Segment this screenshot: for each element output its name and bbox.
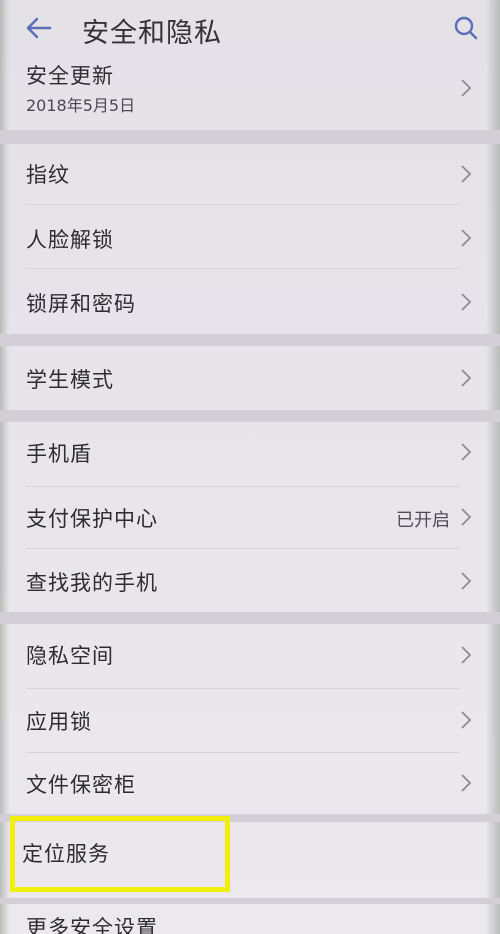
more-security-label: 更多安全设置 bbox=[26, 916, 158, 934]
security-update-label: 安全更新 bbox=[26, 64, 114, 88]
list-item-app-lock[interactable]: 应用锁 bbox=[0, 690, 486, 750]
page-title: 安全和隐私 bbox=[82, 18, 222, 49]
section-gap bbox=[0, 130, 500, 144]
divider bbox=[26, 486, 460, 487]
payment-protection-label: 支付保护中心 bbox=[26, 507, 158, 531]
highlight-box bbox=[10, 816, 230, 892]
fingerprint-label: 指纹 bbox=[26, 163, 70, 187]
app-lock-label: 应用锁 bbox=[26, 710, 92, 734]
security-update-date: 2018年5月5日 bbox=[26, 96, 136, 115]
list-item-student-mode[interactable]: 学生模式 bbox=[0, 346, 486, 410]
search-icon bbox=[454, 16, 478, 40]
chevron-right-icon bbox=[461, 229, 472, 247]
lock-screen-label: 锁屏和密码 bbox=[26, 292, 136, 316]
payment-protection-status: 已开启 bbox=[396, 510, 450, 531]
find-my-phone-label: 查找我的手机 bbox=[26, 571, 158, 595]
chevron-right-icon bbox=[461, 572, 472, 590]
list-item-fingerprint[interactable]: 指纹 bbox=[0, 144, 486, 202]
divider bbox=[26, 688, 460, 689]
chevron-right-icon bbox=[461, 293, 472, 311]
face-unlock-label: 人脸解锁 bbox=[26, 228, 114, 252]
list-item-face-unlock[interactable]: 人脸解锁 bbox=[0, 206, 486, 268]
chevron-right-icon bbox=[461, 646, 472, 664]
private-space-label: 隐私空间 bbox=[26, 644, 114, 668]
list-item-find-my-phone[interactable]: 查找我的手机 bbox=[0, 550, 486, 612]
search-button[interactable] bbox=[448, 10, 484, 46]
divider bbox=[26, 752, 460, 753]
back-button[interactable] bbox=[18, 10, 58, 46]
chevron-right-icon bbox=[461, 443, 472, 461]
list-item-private-space[interactable]: 隐私空间 bbox=[0, 624, 486, 686]
list-item-more-security[interactable]: 更多安全设置 bbox=[0, 904, 486, 934]
divider bbox=[26, 548, 460, 549]
phone-shield-label: 手机盾 bbox=[26, 442, 92, 466]
screen: 安全和隐私 安全更新 2018年5月5日 指纹 人脸解锁 锁屏和密码 学生模式 bbox=[0, 0, 500, 934]
list-item-security-update[interactable]: 安全更新 2018年5月5日 bbox=[0, 56, 486, 130]
chevron-right-icon bbox=[461, 774, 472, 792]
chevron-right-icon bbox=[461, 369, 472, 387]
chevron-right-icon bbox=[461, 508, 472, 526]
app-header: 安全和隐私 bbox=[0, 0, 500, 56]
section-gap bbox=[0, 410, 500, 422]
list-item-lock-screen[interactable]: 锁屏和密码 bbox=[0, 270, 486, 332]
student-mode-label: 学生模式 bbox=[26, 368, 114, 392]
list-item-file-safe[interactable]: 文件保密柜 bbox=[0, 754, 486, 814]
chevron-right-icon bbox=[461, 711, 472, 729]
divider bbox=[26, 204, 460, 205]
section-gap bbox=[0, 612, 500, 624]
back-arrow-icon bbox=[26, 17, 52, 39]
file-safe-label: 文件保密柜 bbox=[26, 773, 136, 797]
divider bbox=[26, 268, 460, 269]
section-gap bbox=[0, 334, 500, 346]
chevron-right-icon bbox=[461, 165, 472, 183]
chevron-right-icon bbox=[461, 79, 472, 97]
list-item-payment-protection[interactable]: 支付保护中心 已开启 bbox=[0, 488, 486, 546]
list-item-phone-shield[interactable]: 手机盾 bbox=[0, 422, 486, 484]
